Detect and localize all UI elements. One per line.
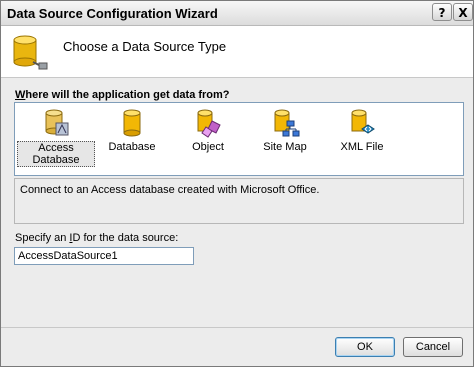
window-title: Data Source Configuration Wizard — [7, 6, 218, 21]
wizard-header: Choose a Data Source Type — [1, 26, 473, 78]
database-icon — [123, 109, 141, 137]
type-label-database: Database — [108, 141, 156, 153]
id-label-after: D for the data source: — [72, 232, 179, 244]
access-database-icon — [45, 109, 69, 136]
site-map-icon — [274, 109, 300, 137]
cancel-button[interactable]: Cancel — [403, 337, 463, 357]
title-bar: Data Source Configuration Wizard ? X — [1, 1, 473, 26]
data-source-type-list[interactable]: Access Database Database Object Site Map… — [14, 102, 464, 176]
type-item-xml-file[interactable]: XML File — [323, 105, 401, 155]
question-mnemonic: W — [15, 89, 26, 101]
xml-file-icon — [351, 109, 375, 134]
help-button[interactable]: ? — [432, 3, 452, 21]
type-item-object[interactable]: Object — [169, 105, 247, 155]
type-item-access-database[interactable]: Access Database — [17, 105, 95, 167]
close-button[interactable]: X — [453, 3, 473, 21]
data-source-id-input[interactable]: AccessDataSource1 — [14, 247, 194, 265]
footer-divider — [1, 327, 473, 328]
type-description-box: Connect to an Access database created wi… — [14, 178, 464, 224]
type-item-database[interactable]: Database — [93, 105, 171, 155]
ok-button[interactable]: OK — [335, 337, 395, 357]
database-connect-icon — [13, 35, 48, 70]
object-icon — [197, 109, 221, 138]
type-description-text: Connect to an Access database created wi… — [20, 184, 320, 196]
type-label-access-database: Access Database — [17, 141, 95, 167]
source-question-label: Where will the application get data from… — [15, 89, 230, 101]
type-item-site-map[interactable]: Site Map — [246, 105, 324, 155]
type-label-object: Object — [192, 141, 224, 153]
data-source-id-label: Specify an ID for the data source: — [15, 232, 178, 244]
type-label-xml-file: XML File — [340, 141, 384, 153]
type-label-site-map: Site Map — [263, 141, 307, 153]
question-text: here will the application get data from? — [25, 89, 230, 101]
page-title: Choose a Data Source Type — [63, 39, 227, 54]
id-label-before: Specify an — [15, 232, 70, 244]
wizard-window: Data Source Configuration Wizard ? X Cho… — [0, 0, 474, 367]
